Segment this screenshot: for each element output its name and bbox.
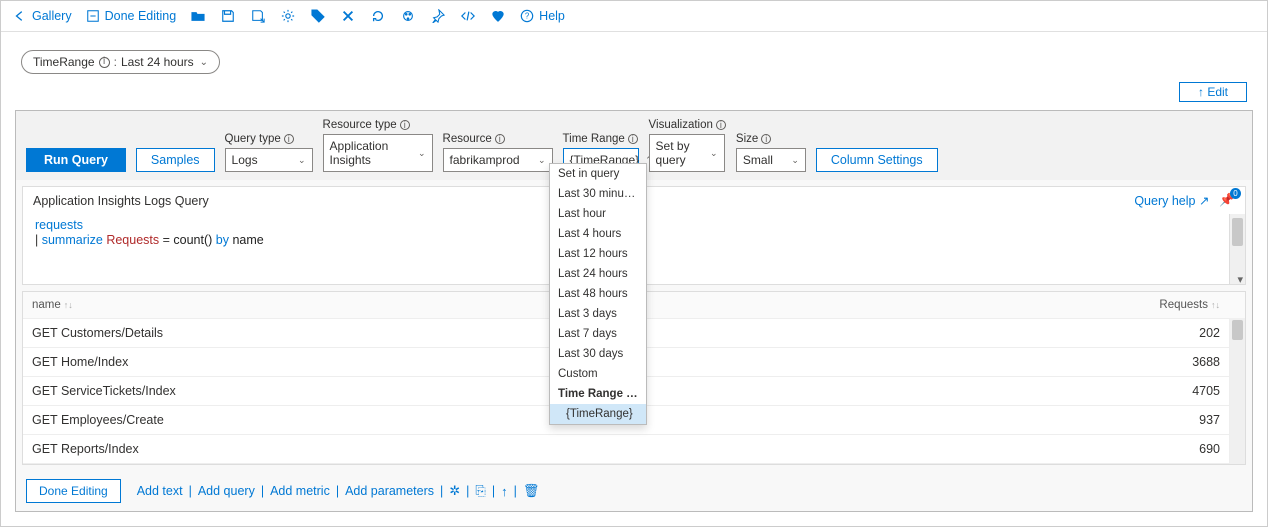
help-label: Help	[539, 9, 565, 23]
sort-icon: ↑↓	[64, 300, 73, 310]
resource-type-select[interactable]: Application Insights	[323, 134, 433, 172]
pill-value: Last 24 hours	[121, 55, 194, 69]
dropdown-item[interactable]: Last 30 days	[550, 344, 646, 364]
pill-colon: :	[114, 55, 117, 69]
add-parameters-link[interactable]: Add parameters	[345, 484, 434, 498]
done-editing-footer-button[interactable]: Done Editing	[26, 479, 121, 503]
dropdown-item[interactable]: Last 7 days	[550, 324, 646, 344]
tag-icon[interactable]	[310, 8, 326, 24]
done-editing-label: Done Editing	[105, 9, 177, 23]
cell-requests: 202	[1139, 319, 1229, 347]
size-label: Sizei	[736, 133, 806, 145]
query-controls-row: Run Query Samples Query typei Logs Resou…	[16, 111, 1252, 180]
refresh-icon[interactable]	[370, 8, 386, 24]
dropdown-group-header: Time Range Para...	[550, 384, 646, 404]
copy-footer-icon[interactable]: ⎘	[475, 483, 485, 499]
column-settings-button[interactable]: Column Settings	[816, 148, 938, 172]
help-button[interactable]: ? Help	[520, 9, 565, 23]
save-icon[interactable]	[220, 8, 236, 24]
edit-button[interactable]: ↑ Edit	[1179, 82, 1247, 102]
sort-icon: ↑↓	[1211, 300, 1220, 310]
visualization-label: Visualizationi	[649, 119, 726, 131]
save-as-icon[interactable]	[250, 8, 266, 24]
query-type-label: Query typei	[225, 133, 313, 145]
pill-label: TimeRange	[33, 55, 95, 69]
timerange-pill[interactable]: TimeRange i : Last 24 hours ⌄	[21, 50, 220, 74]
gallery-label: Gallery	[32, 9, 72, 23]
cell-requests: 4705	[1139, 377, 1229, 405]
add-query-link[interactable]: Add query	[198, 484, 255, 498]
query-type-select[interactable]: Logs	[225, 148, 313, 172]
open-icon[interactable]	[190, 8, 206, 24]
panel-footer: Done Editing Add text | Add query | Add …	[16, 471, 1252, 511]
time-range-label: Time Rangei	[563, 133, 639, 145]
col-requests-header[interactable]: Requests↑↓	[1139, 292, 1229, 318]
svg-text:?: ?	[525, 12, 530, 21]
query-title: Application Insights Logs Query	[33, 194, 209, 208]
table-scrollbar[interactable]	[1229, 318, 1245, 464]
add-metric-link[interactable]: Add metric	[270, 484, 330, 498]
run-query-button[interactable]: Run Query	[26, 148, 126, 172]
dropdown-item-selected[interactable]: {TimeRange}	[550, 404, 646, 424]
cell-requests: 937	[1139, 406, 1229, 434]
visualization-select[interactable]: Set by query	[649, 134, 725, 172]
dropdown-item[interactable]: Last 12 hours	[550, 244, 646, 264]
query-panel: Run Query Samples Query typei Logs Resou…	[15, 110, 1253, 512]
done-editing-button[interactable]: Done Editing	[86, 9, 177, 23]
cell-requests: 690	[1139, 435, 1229, 463]
dropdown-item[interactable]: Last 30 minutes	[550, 184, 646, 204]
resource-label: Resourcei	[443, 133, 553, 145]
dropdown-item[interactable]: Last 4 hours	[550, 224, 646, 244]
top-toolbar: Gallery Done Editing ? Help	[1, 1, 1267, 32]
scroll-down-icon[interactable]: ▾	[1237, 273, 1243, 286]
cell-requests: 3688	[1139, 348, 1229, 376]
time-range-dropdown: Set in query Last 30 minutes Last hour L…	[549, 163, 647, 425]
moveup-footer-icon[interactable]: ↑	[501, 484, 508, 499]
dropdown-item[interactable]: Last 3 days	[550, 304, 646, 324]
samples-button[interactable]: Samples	[136, 148, 215, 172]
settings-icon[interactable]	[280, 8, 296, 24]
settings-footer-icon[interactable]: ✲	[449, 483, 460, 499]
table-row[interactable]: GET Reports/Index690	[23, 435, 1245, 464]
resource-select[interactable]: fabrikamprod	[443, 148, 553, 172]
dropdown-item[interactable]: Set in query	[550, 164, 646, 184]
add-text-link[interactable]: Add text	[137, 484, 183, 498]
style-icon[interactable]	[400, 8, 416, 24]
parameter-row: TimeRange i : Last 24 hours ⌄	[1, 32, 1267, 82]
size-select[interactable]: Small	[736, 148, 806, 172]
delete-footer-icon[interactable]: 🗑	[523, 483, 540, 499]
chevron-down-icon: ⌄	[200, 57, 208, 68]
dropdown-item[interactable]: Last hour	[550, 204, 646, 224]
query-help-link[interactable]: Query help ↗	[1134, 193, 1209, 208]
resource-type-label: Resource typei	[323, 119, 433, 131]
dropdown-item[interactable]: Last 24 hours	[550, 264, 646, 284]
code-icon[interactable]	[460, 8, 476, 24]
info-icon: i	[99, 57, 110, 68]
close-icon[interactable]	[340, 8, 356, 24]
pin-query-icon[interactable]: 📌0	[1219, 193, 1235, 208]
dropdown-item[interactable]: Last 48 hours	[550, 284, 646, 304]
cell-name: GET Reports/Index	[23, 435, 1139, 463]
heart-icon[interactable]	[490, 8, 506, 24]
pin-icon[interactable]	[430, 8, 446, 24]
dropdown-item[interactable]: Custom	[550, 364, 646, 384]
gallery-button[interactable]: Gallery	[13, 9, 72, 23]
